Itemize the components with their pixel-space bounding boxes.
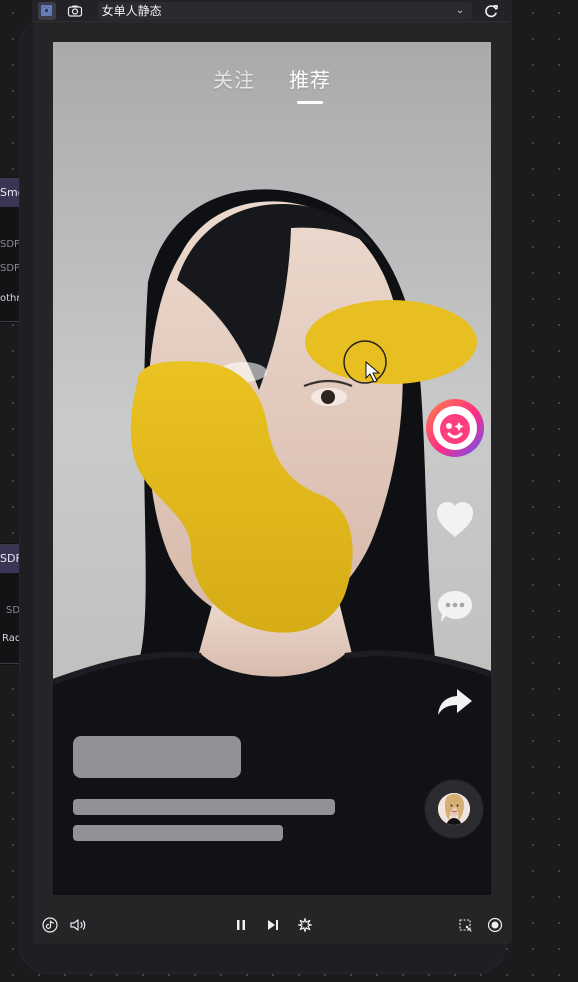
speaker-icon — [69, 917, 87, 933]
camera-button[interactable] — [66, 2, 84, 20]
bottom-toolbar-center — [232, 916, 314, 934]
effect-sticker-button[interactable] — [423, 396, 487, 460]
share-icon — [434, 685, 476, 719]
comment-button[interactable] — [423, 576, 487, 640]
chevron-down-icon: ⌄ — [455, 5, 465, 16]
record-icon — [487, 917, 503, 933]
camera-icon — [67, 4, 83, 18]
effect-sticker-icon — [425, 398, 485, 458]
scene-select-value: 女单人静态 — [101, 4, 162, 18]
tiktok-logo-icon — [42, 917, 58, 933]
speaker-button[interactable] — [69, 916, 87, 934]
top-toolbar: 女单人静态 ⌄ — [32, 0, 512, 22]
refresh-button[interactable] — [482, 2, 500, 20]
tab-following[interactable]: 关注 — [213, 64, 255, 93]
avatar — [438, 793, 470, 825]
effect-sparkle-icon — [297, 917, 313, 933]
tab-recommend[interactable]: 推荐 — [289, 64, 331, 93]
caption-line-2-placeholder — [73, 825, 283, 841]
pause-button[interactable] — [232, 916, 250, 934]
step-forward-icon — [266, 918, 280, 932]
step-forward-button[interactable] — [264, 916, 282, 934]
layers-toggle-icon — [40, 4, 54, 18]
tiktok-logo-button[interactable] — [41, 916, 59, 934]
crop-screen-button[interactable] — [456, 916, 474, 934]
bottom-toolbar-left — [41, 916, 87, 934]
bottom-toolbar — [33, 908, 512, 942]
share-button[interactable] — [423, 670, 487, 734]
comment-icon — [434, 587, 476, 629]
scene-select[interactable]: 女单人静态 ⌄ — [97, 1, 473, 20]
refresh-icon — [483, 3, 499, 19]
panel-row-sdf-1: SDF — [0, 239, 20, 250]
workspace: Smooth S SDF SDF othnes SDF A SDF Radiu — [0, 0, 578, 982]
heart-icon — [433, 500, 477, 540]
feed-tabs: 关注 推荐 — [53, 64, 491, 93]
title-placeholder — [73, 736, 241, 778]
bottom-toolbar-right — [456, 916, 504, 934]
caption-line-1-placeholder — [73, 799, 335, 815]
panel-row-sdf-2: SDF — [0, 263, 20, 274]
preview-screen[interactable]: 关注 推荐 — [53, 42, 491, 895]
crop-screen-icon — [457, 917, 473, 933]
caption-placeholder — [73, 736, 363, 856]
pause-icon — [235, 918, 247, 932]
layers-toggle-button[interactable] — [38, 1, 56, 20]
like-button[interactable] — [423, 488, 487, 552]
effect-sparkle-button[interactable] — [296, 916, 314, 934]
profile-avatar-button[interactable] — [425, 780, 483, 838]
record-button[interactable] — [486, 916, 504, 934]
